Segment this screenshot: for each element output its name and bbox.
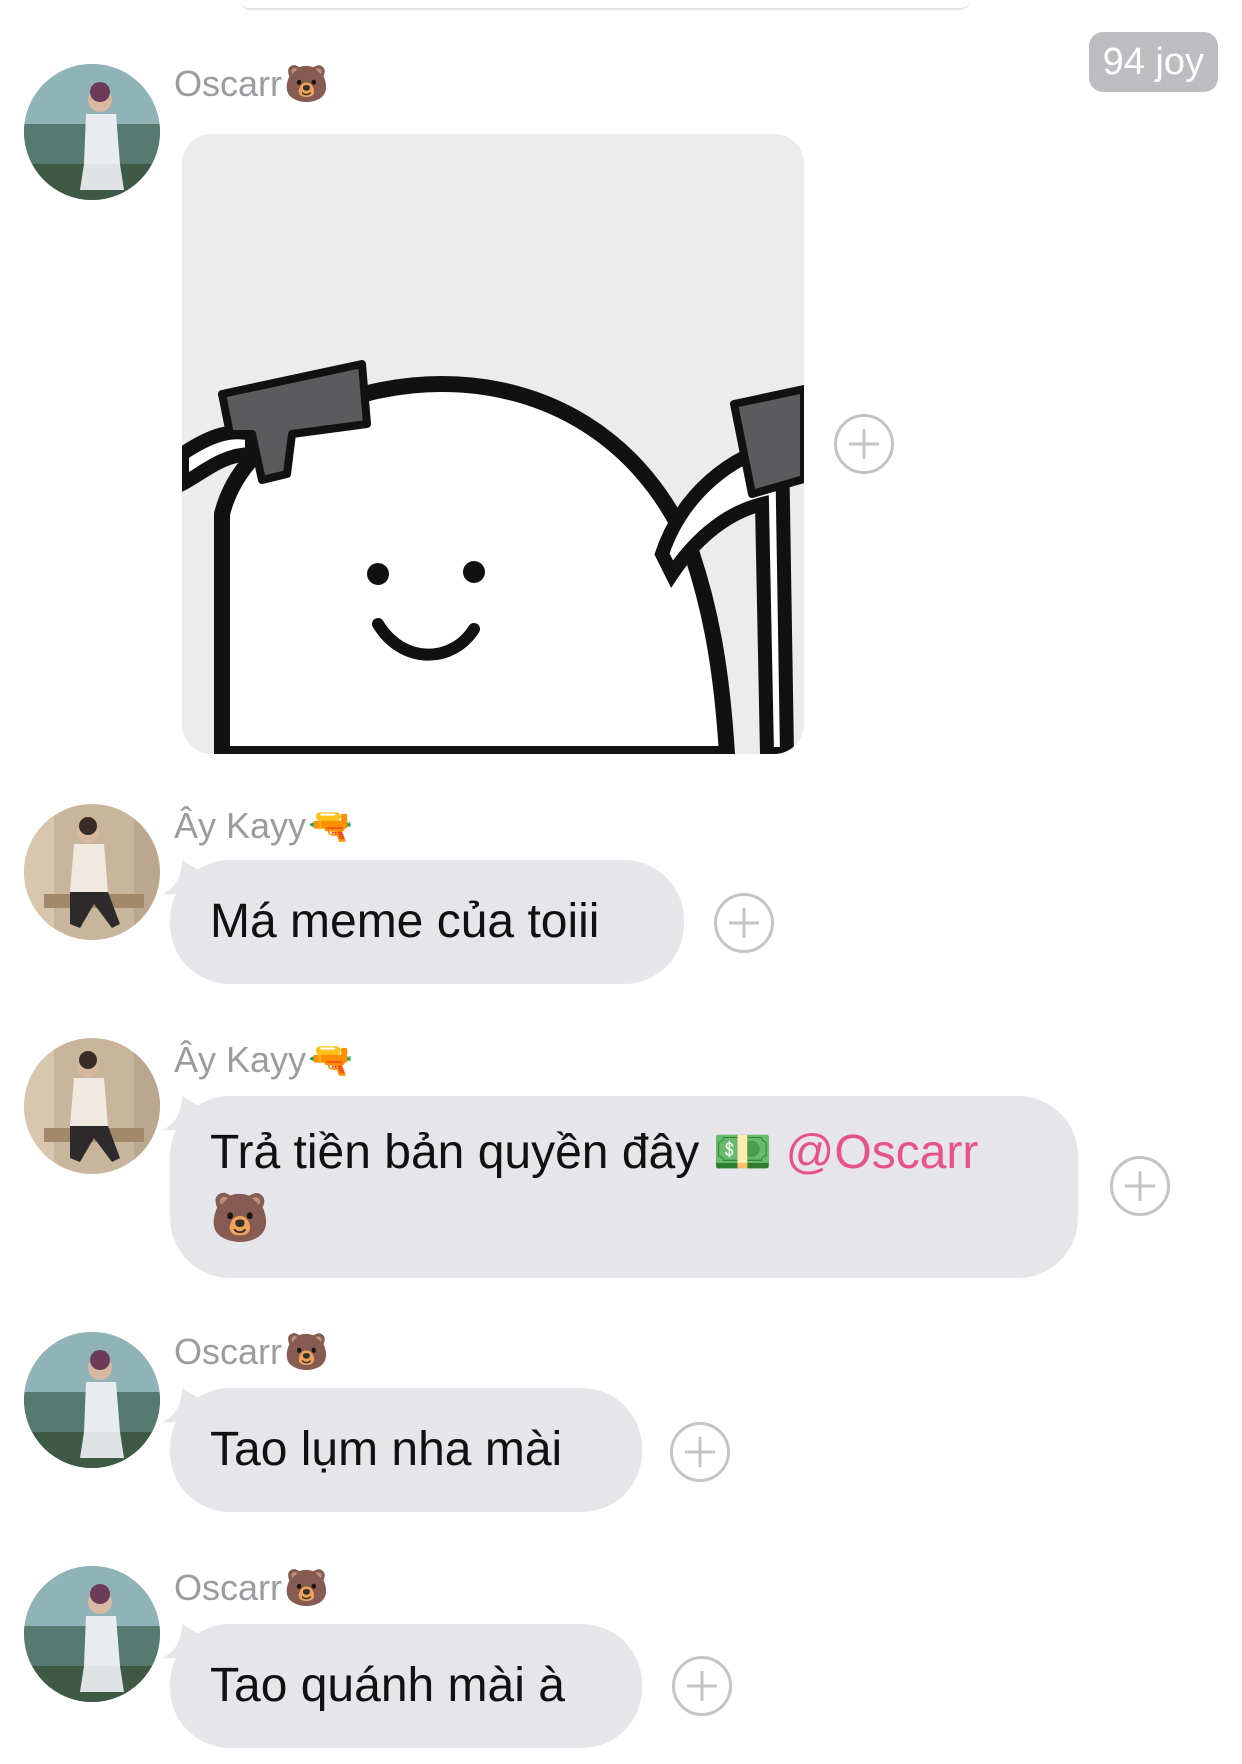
top-divider	[240, 0, 970, 10]
message-bubble[interactable]: Tao quánh mài à	[170, 1624, 642, 1748]
add-reaction-icon[interactable]	[1110, 1156, 1170, 1216]
meme-image[interactable]	[182, 134, 804, 754]
message-bubble-wrap: Tao lụm nha mài	[162, 1388, 642, 1512]
message-bubble-wrap: Trả tiền bản quyền đây 💵 @Oscarr 🐻	[162, 1096, 1078, 1278]
add-reaction-icon[interactable]	[672, 1656, 732, 1716]
money-emoji: 💵	[712, 1126, 773, 1179]
message-text: Má meme của toiii	[210, 895, 600, 948]
sender-name-text: Oscarr	[174, 1331, 282, 1372]
bear-emoji: 🐻	[284, 1331, 329, 1372]
sender-name: Oscarr🐻	[174, 62, 329, 106]
avatar-ay-kayy[interactable]	[24, 804, 160, 940]
message-bubble[interactable]: Tao lụm nha mài	[170, 1388, 642, 1512]
water-pistol-emoji: 🔫	[308, 1039, 353, 1080]
add-reaction-icon[interactable]	[670, 1422, 730, 1482]
bear-emoji: 🐻	[284, 1567, 329, 1608]
message-text: Tao quánh mài à	[210, 1659, 565, 1712]
sender-name-text: Oscarr	[174, 1567, 282, 1608]
message-bubble-wrap: Tao quánh mài à	[162, 1624, 642, 1748]
chat-screen: 94 joy Oscarr🐻 Ây Kayy🔫 Má meme của toii…	[0, 0, 1242, 1764]
avatar-oscarr[interactable]	[24, 1566, 160, 1702]
avatar-ay-kayy[interactable]	[24, 1038, 160, 1174]
sender-name: Ây Kayy🔫	[174, 804, 353, 848]
sender-name: Oscarr🐻	[174, 1330, 329, 1374]
avatar-oscarr[interactable]	[24, 64, 160, 200]
sender-name-text: Ây Kayy	[174, 1039, 307, 1080]
bear-emoji: 🐻	[284, 63, 329, 104]
sender-name: Ây Kayy🔫	[174, 1038, 353, 1082]
sender-name-text: Oscarr	[174, 63, 282, 104]
water-pistol-emoji: 🔫	[308, 805, 353, 846]
add-reaction-icon[interactable]	[714, 893, 774, 953]
sender-name-text: Ây Kayy	[174, 805, 307, 846]
mention-link[interactable]: @Oscarr	[786, 1126, 979, 1179]
message-text: Tao lụm nha mài	[210, 1423, 563, 1476]
reaction-count-badge[interactable]: 94 joy	[1088, 32, 1218, 92]
message-bubble[interactable]: Trả tiền bản quyền đây 💵 @Oscarr 🐻	[170, 1096, 1078, 1278]
sender-name: Oscarr🐻	[174, 1566, 329, 1610]
bear-emoji: 🐻	[210, 1192, 270, 1245]
message-text: Trả tiền bản quyền đây	[210, 1126, 700, 1179]
avatar-oscarr[interactable]	[24, 1332, 160, 1468]
add-reaction-icon[interactable]	[834, 414, 894, 474]
message-bubble[interactable]: Má meme của toiii	[170, 860, 684, 984]
message-bubble-wrap: Má meme của toiii	[162, 860, 684, 984]
